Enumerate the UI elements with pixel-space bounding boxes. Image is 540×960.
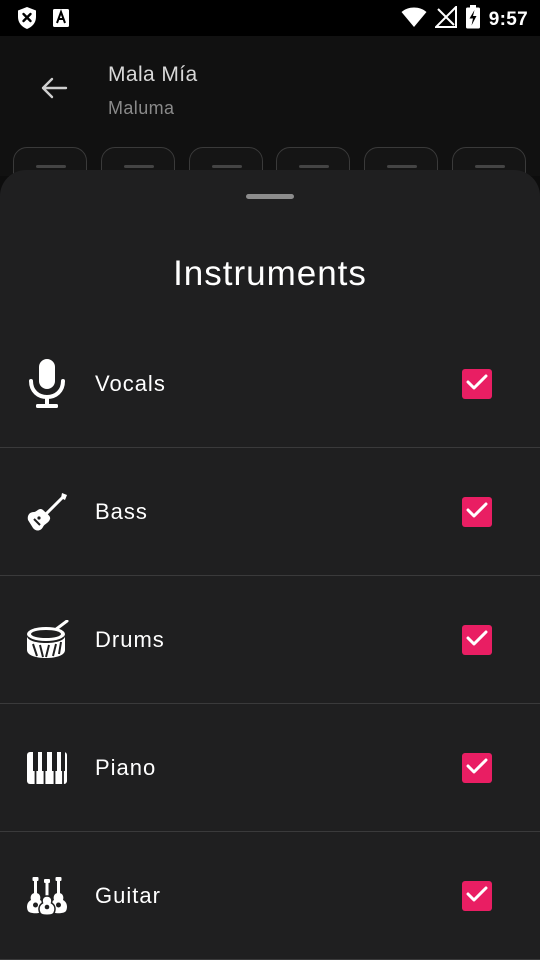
song-artist: Maluma — [108, 98, 175, 118]
instrument-item-bass[interactable]: Bass — [0, 448, 540, 576]
song-header: Mala Mía Maluma — [0, 36, 540, 187]
check-icon — [466, 501, 488, 524]
piano-checkbox[interactable] — [462, 753, 492, 783]
back-button[interactable] — [34, 74, 74, 106]
instrument-item-drums[interactable]: Drums — [0, 576, 540, 704]
guitar-checkbox[interactable] — [462, 881, 492, 911]
arrow-left-icon — [40, 76, 68, 105]
instrument-label: Piano — [95, 755, 157, 780]
drum-icon — [24, 614, 70, 666]
instrument-label: Drums — [95, 627, 165, 652]
status-bar: 9:57 — [0, 0, 540, 36]
bass-guitar-icon — [24, 486, 70, 538]
no-signal-icon — [433, 4, 457, 33]
instrument-label: Guitar — [95, 883, 161, 908]
instruments-sheet: Instruments Vocals Bass Drums Piano Guit… — [0, 170, 540, 960]
status-time: 9:57 — [488, 8, 528, 30]
instrument-label: Bass — [95, 499, 148, 524]
sheet-title: Instruments — [173, 254, 367, 293]
piano-icon — [24, 742, 70, 794]
song-title: Mala Mía — [108, 63, 198, 86]
shield-x-icon — [16, 6, 38, 35]
check-icon — [466, 885, 488, 908]
font-a-icon — [52, 8, 70, 33]
battery-charging-icon — [465, 5, 481, 34]
drag-handle[interactable] — [246, 194, 294, 199]
bass-checkbox[interactable] — [462, 497, 492, 527]
microphone-icon — [24, 358, 70, 410]
instrument-item-guitar[interactable]: Guitar — [0, 832, 540, 960]
check-icon — [466, 373, 488, 396]
instrument-label: Vocals — [95, 371, 166, 396]
instrument-item-piano[interactable]: Piano — [0, 704, 540, 832]
guitars-icon — [24, 870, 70, 922]
check-icon — [466, 757, 488, 780]
check-icon — [466, 629, 488, 652]
instrument-item-vocals[interactable]: Vocals — [0, 320, 540, 448]
vocals-checkbox[interactable] — [462, 369, 492, 399]
drums-checkbox[interactable] — [462, 625, 492, 655]
instrument-list: Vocals Bass Drums Piano Guitar — [0, 320, 540, 960]
wifi-icon — [401, 6, 427, 33]
